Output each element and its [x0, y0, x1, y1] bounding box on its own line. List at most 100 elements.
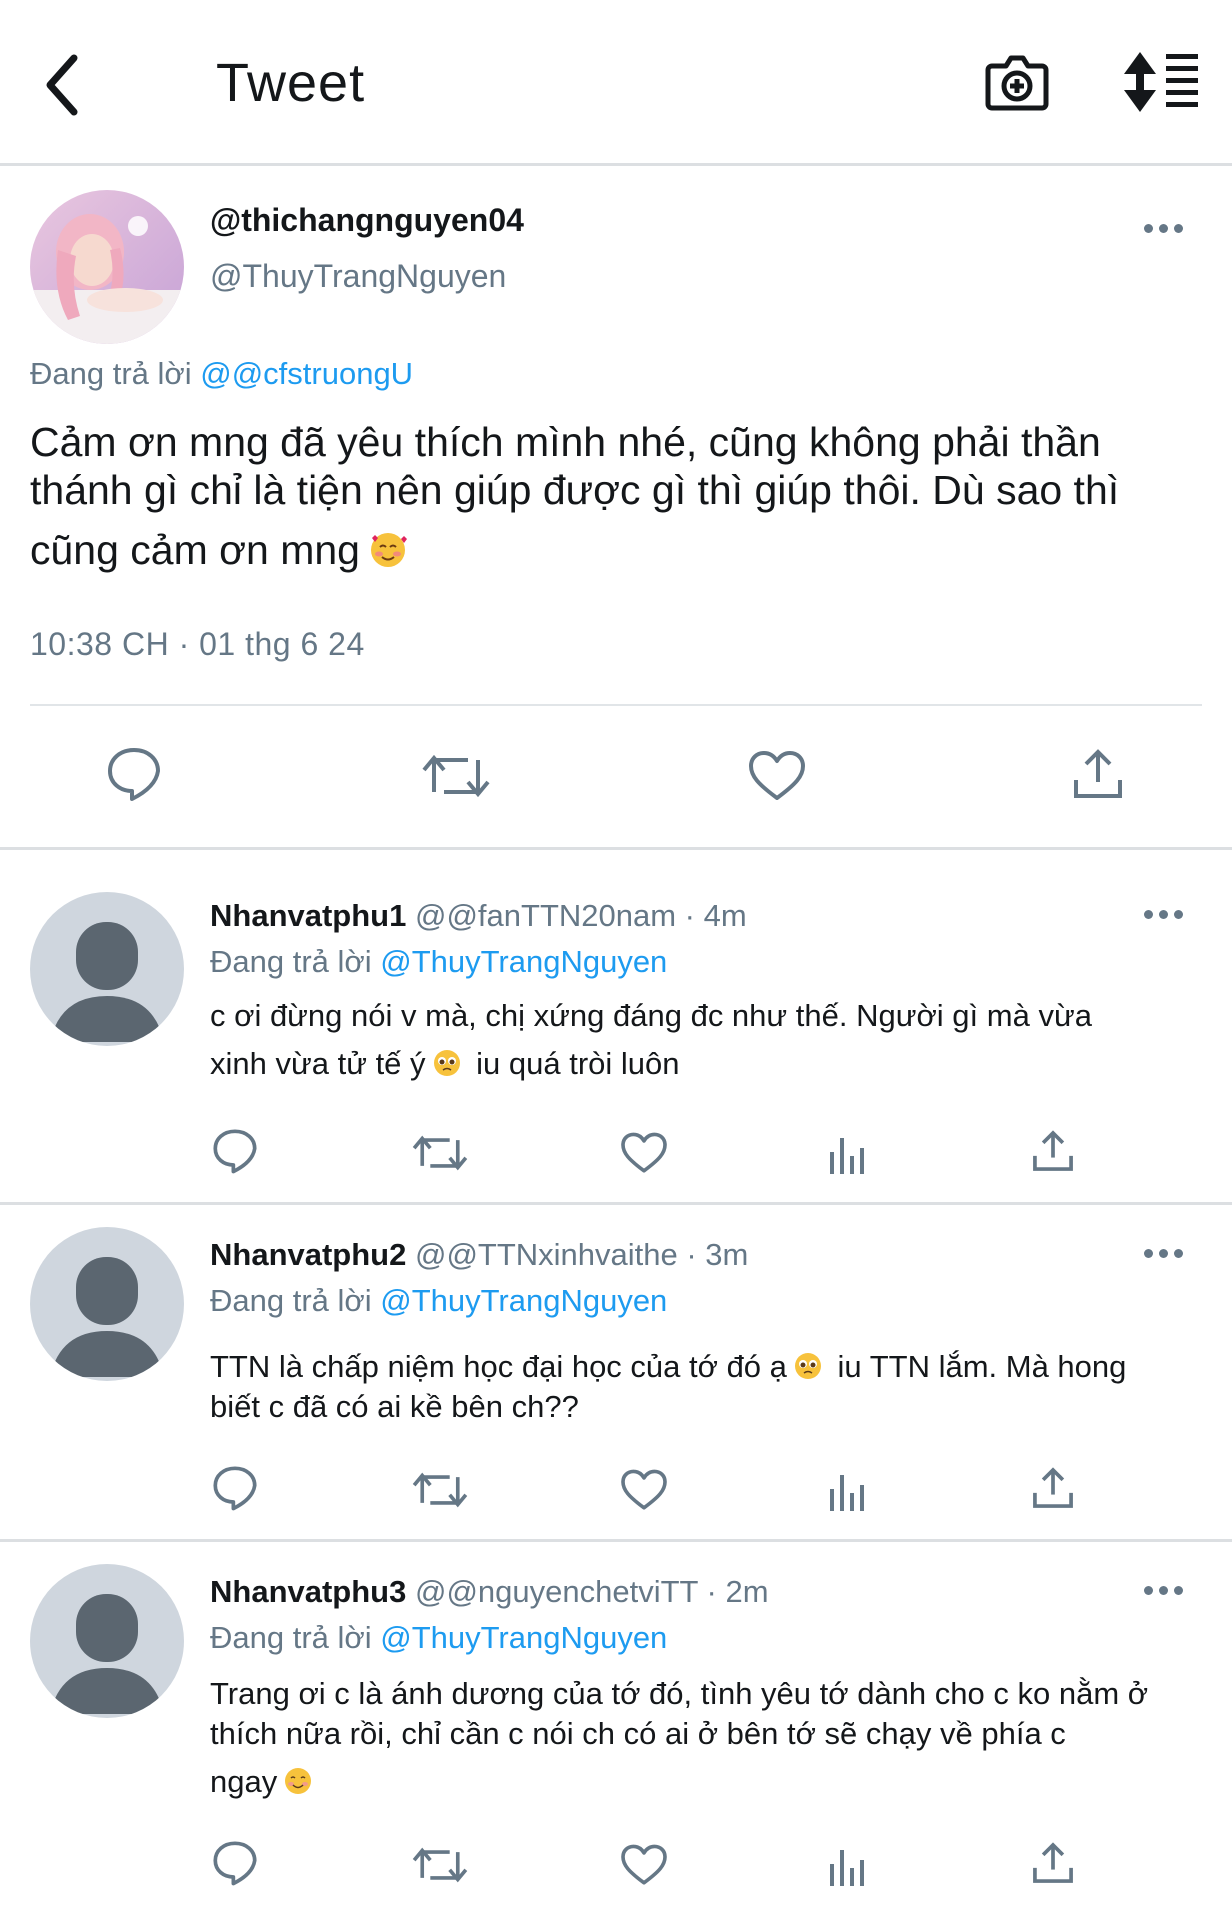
camera-button[interactable] [984, 48, 1050, 114]
dot [1174, 224, 1183, 233]
more-options-button[interactable] [1144, 902, 1194, 926]
tweet-text-line: cũng cảm ơn mng [30, 526, 1200, 574]
tweet-text: TTN là chấp niệm học đại học của tớ đó ạ… [210, 1349, 1210, 1425]
tweet-text-line: thích nữa rồi, chỉ cần c nói ch có ai ở … [210, 1716, 1066, 1751]
retweet-button[interactable] [422, 750, 490, 807]
tweet-text-line: Cảm ơn mng đã yêu thích mình nhé, cũng k… [30, 419, 1101, 465]
reply-button[interactable] [212, 1128, 258, 1179]
share-button[interactable] [1030, 1128, 1076, 1179]
reply-button[interactable] [106, 746, 162, 807]
retweet-button[interactable] [412, 1132, 468, 1179]
analytics-button[interactable] [828, 1846, 868, 1893]
page-title: Tweet [216, 53, 366, 113]
reply-icon [213, 1841, 257, 1886]
reply-tweet: Nhanvatphu1 @@fanTTN20nam · 4m Đang trả … [0, 850, 1232, 1205]
display-name[interactable]: @thichangnguyen04 [210, 202, 524, 239]
share-icon [1033, 1467, 1073, 1508]
reply-icon [213, 1129, 257, 1174]
reply-header: Nhanvatphu2 @@TTNxinhvaithe · 3m [210, 1237, 748, 1273]
replying-to: Đang trả lời @@cfstruongU [30, 356, 413, 392]
reply-button[interactable] [212, 1840, 258, 1891]
dot [1174, 910, 1183, 919]
heart-icon [749, 751, 805, 800]
display-name[interactable]: Nhanvatphu2 [210, 1237, 406, 1272]
like-button[interactable] [620, 1844, 668, 1891]
smiling-face-icon [285, 1768, 312, 1794]
avatar[interactable] [30, 190, 184, 344]
dot [1144, 1249, 1153, 1258]
bar-chart-icon [830, 1850, 864, 1886]
avatar[interactable] [30, 1227, 184, 1381]
like-button[interactable] [620, 1132, 668, 1179]
replying-to-link[interactable]: @ThuyTrangNguyen [380, 1620, 667, 1655]
display-name[interactable]: Nhanvatphu1 [210, 898, 406, 933]
avatar[interactable] [30, 892, 184, 1046]
analytics-button[interactable] [828, 1134, 868, 1181]
handle-and-time: @@fanTTN20nam · 4m [406, 898, 747, 933]
reply-button[interactable] [212, 1465, 258, 1516]
tweet-text-fragment: ngay [210, 1764, 278, 1799]
tweet-actions [0, 1128, 1232, 1184]
dot [1144, 224, 1153, 233]
main-tweet: @thichangnguyen04 @ThuyTrangNguyen Đang … [0, 166, 1232, 850]
tweet-actions [0, 746, 1232, 816]
retweet-icon [412, 1472, 468, 1508]
smiling-face-with-hearts-icon [370, 533, 407, 567]
replying-prefix: Đang trả lời [30, 356, 201, 391]
tweet-text-line: Trang ơi c là ánh dương của tớ đó, tình … [210, 1676, 1149, 1711]
retweet-icon [412, 1847, 468, 1883]
camera-plus-icon [985, 55, 1049, 111]
share-button[interactable] [1070, 746, 1126, 807]
user-handle[interactable]: @ThuyTrangNguyen [210, 258, 506, 295]
tweet-text-fragment: iu TTN lắm. Mà hong [828, 1349, 1127, 1384]
tweet-text: c ơi đừng nói v mà, chị xứng đáng đc như… [210, 998, 1210, 1082]
reply-header: Nhanvatphu3 @@nguyenchetviTT · 2m [210, 1574, 769, 1610]
share-button[interactable] [1030, 1840, 1076, 1891]
replying-prefix: Đang trả lời [210, 944, 381, 979]
heart-icon [621, 1132, 667, 1173]
like-button[interactable] [748, 750, 806, 807]
tweet-actions [0, 1840, 1232, 1896]
top-bar: Tweet [0, 0, 1232, 166]
sort-icon [1124, 52, 1198, 112]
more-options-button[interactable] [1144, 216, 1194, 240]
tweet-text-line: c ơi đừng nói v mà, chị xứng đáng đc như… [210, 998, 1092, 1033]
retweet-icon [422, 754, 490, 798]
reply-icon [213, 1466, 257, 1511]
replying-to: Đang trả lời @ThuyTrangNguyen [210, 1283, 667, 1319]
sort-button[interactable] [1124, 52, 1200, 112]
more-options-button[interactable] [1144, 1241, 1194, 1265]
share-icon [1074, 749, 1122, 798]
retweet-button[interactable] [412, 1469, 468, 1516]
retweet-button[interactable] [412, 1844, 468, 1891]
back-button[interactable] [40, 50, 90, 120]
dot [1159, 1249, 1168, 1258]
pleading-face-icon [433, 1050, 460, 1076]
replying-to-link[interactable]: @ThuyTrangNguyen [380, 1283, 667, 1318]
divider [30, 704, 1202, 706]
display-name[interactable]: Nhanvatphu3 [210, 1574, 406, 1609]
default-avatar-icon [30, 1564, 184, 1718]
replying-to-link[interactable]: @ThuyTrangNguyen [380, 944, 667, 979]
analytics-button[interactable] [828, 1471, 868, 1518]
like-button[interactable] [620, 1469, 668, 1516]
bar-chart-icon [830, 1475, 864, 1511]
default-avatar-icon [30, 892, 184, 1046]
dot [1144, 1586, 1153, 1595]
tweet-text-line: biết c đã có ai kề bên ch?? [210, 1389, 579, 1424]
avatar[interactable] [30, 1564, 184, 1718]
reply-icon [108, 748, 160, 801]
heart-icon [621, 1844, 667, 1885]
reply-tweet: Nhanvatphu2 @@TTNxinhvaithe · 3m Đang tr… [0, 1205, 1232, 1542]
pleading-face-icon [794, 1353, 821, 1379]
dot [1159, 224, 1168, 233]
more-options-button[interactable] [1144, 1578, 1194, 1602]
share-icon [1033, 1842, 1073, 1883]
profile-photo-icon [30, 190, 184, 344]
tweet-text-line: TTN là chấp niệm học đại học của tớ đó ạ… [210, 1349, 1210, 1385]
share-button[interactable] [1030, 1465, 1076, 1516]
replying-to-link[interactable]: @@cfstruongU [200, 356, 413, 391]
tweet-text: Cảm ơn mng đã yêu thích mình nhé, cũng k… [30, 418, 1200, 574]
retweet-icon [412, 1135, 468, 1171]
bar-chart-icon [830, 1138, 864, 1174]
